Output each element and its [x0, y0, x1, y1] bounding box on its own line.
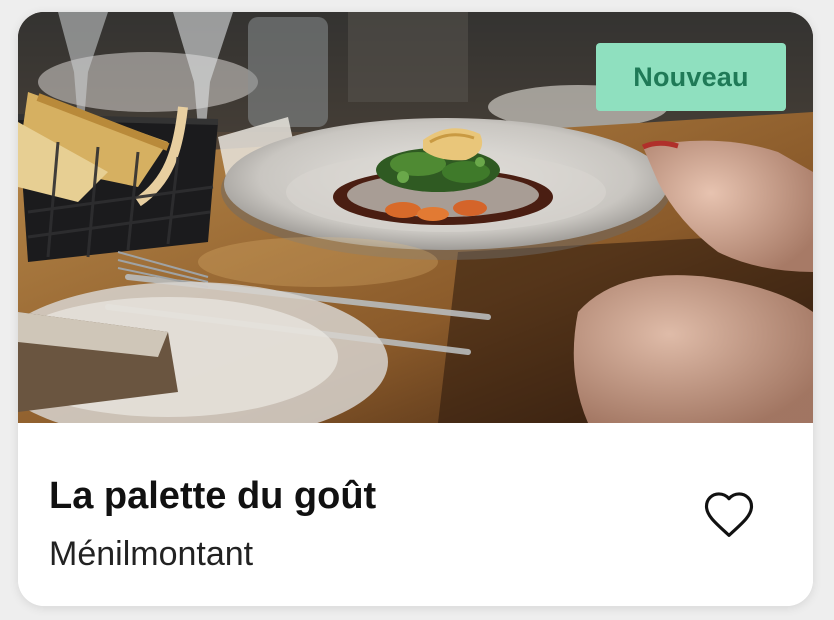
- restaurant-name: La palette du goût: [49, 475, 377, 517]
- heart-outline-icon: [704, 492, 754, 537]
- new-badge: Nouveau: [596, 43, 786, 111]
- restaurant-card[interactable]: Nouveau La palette du goût Ménilmontant: [18, 12, 813, 606]
- card-info: La palette du goût Ménilmontant: [18, 423, 813, 606]
- favorite-button[interactable]: [698, 483, 760, 545]
- new-badge-label: Nouveau: [633, 61, 749, 92]
- restaurant-neighborhood: Ménilmontant: [49, 535, 254, 573]
- restaurant-photo: Nouveau: [18, 12, 813, 423]
